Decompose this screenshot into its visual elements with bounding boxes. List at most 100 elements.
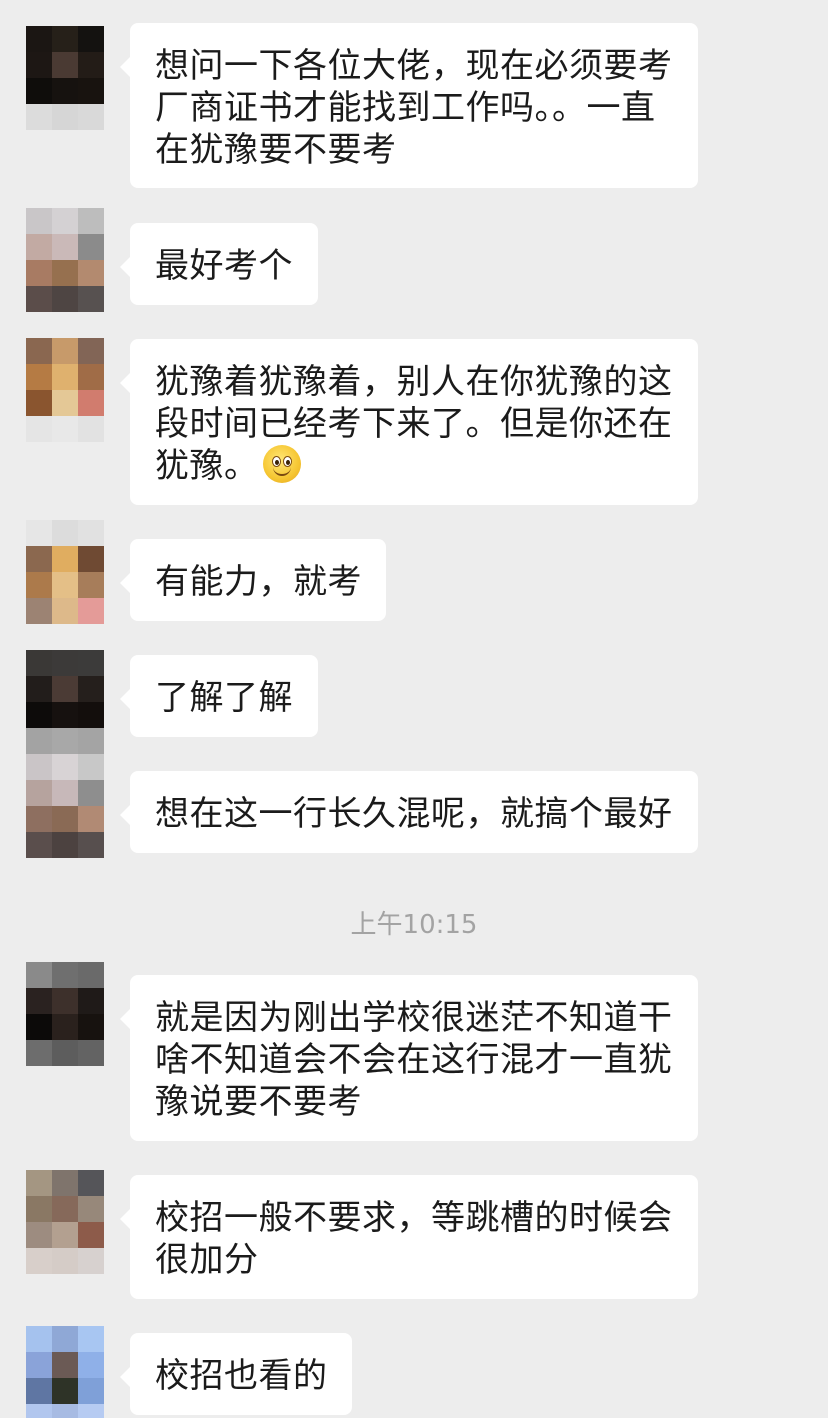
- avatar-pixel: [26, 78, 52, 104]
- message-bubble[interactable]: 想在这一行长久混呢，就搞个最好: [120, 771, 698, 853]
- avatar-pixel: [26, 780, 52, 806]
- avatar-pixel: [26, 1170, 52, 1196]
- avatar-fade: [26, 286, 104, 312]
- message-bubble[interactable]: 想问一下各位大佬，现在必须要考 厂商证书才能找到工作吗。。一直 在犹豫要不要考: [120, 23, 698, 188]
- avatar-pixel: [78, 1196, 104, 1222]
- avatar-pixel: [78, 754, 104, 780]
- avatar-pixel: [52, 728, 78, 754]
- avatar[interactable]: [26, 338, 104, 416]
- avatar[interactable]: [26, 650, 104, 728]
- message-bubble[interactable]: 有能力，就考: [120, 539, 386, 621]
- message-text: 啥不知道会不会在这行混才一直犹: [155, 1040, 673, 1080]
- avatar-pixel: [26, 1378, 52, 1404]
- message-text: 在犹豫要不要考: [155, 130, 397, 170]
- message-bubble[interactable]: 了解了解: [120, 655, 318, 737]
- avatar-pixel: [78, 78, 104, 104]
- avatar-pixel: [26, 832, 52, 858]
- avatar[interactable]: [26, 754, 104, 832]
- avatar-pixel: [78, 104, 104, 130]
- message-text: 校招一般不要求，等跳槽的时候会: [155, 1198, 673, 1238]
- avatar-fade: [26, 1040, 104, 1066]
- avatar-pixel: [52, 1170, 78, 1196]
- avatar-pixel: [52, 546, 78, 572]
- avatar-fade: [26, 832, 104, 858]
- avatar-pixel: [26, 390, 52, 416]
- avatar-pixel: [78, 728, 104, 754]
- avatar-pixel: [26, 286, 52, 312]
- avatar-pixel: [78, 26, 104, 52]
- avatar-pixel: [52, 1196, 78, 1222]
- avatar-pixel: [78, 208, 104, 234]
- avatar-pixel: [52, 1248, 78, 1274]
- avatar-pixel: [52, 832, 78, 858]
- avatar-pixel: [26, 546, 52, 572]
- avatar[interactable]: [26, 1326, 104, 1404]
- avatar-pixel: [78, 286, 104, 312]
- avatar-pixel: [52, 1404, 78, 1418]
- avatar-pixel: [26, 338, 52, 364]
- avatar-pixel: [52, 754, 78, 780]
- chat-timestamp: 上午10:15: [350, 910, 478, 940]
- avatar[interactable]: [26, 26, 104, 104]
- avatar-pixel: [78, 520, 104, 546]
- avatar-pixel: [52, 104, 78, 130]
- avatar-pixel: [26, 416, 52, 442]
- avatar-pixel: [52, 390, 78, 416]
- avatar-pixel: [52, 962, 78, 988]
- avatar-pixel: [52, 676, 78, 702]
- avatar-pixel: [26, 1352, 52, 1378]
- avatar-pixel: [52, 52, 78, 78]
- message-bubble[interactable]: 就是因为刚出学校很迷茫不知道干 啥不知道会不会在这行混才一直犹 豫说要不要考: [120, 975, 698, 1141]
- avatar-pixel: [52, 1040, 78, 1066]
- avatar-fade: [26, 1404, 104, 1418]
- avatar-pixel: [26, 988, 52, 1014]
- avatar-pixel: [52, 1222, 78, 1248]
- avatar-fade: [26, 104, 104, 130]
- avatar-pixel: [78, 1170, 104, 1196]
- message-text: 了解了解: [155, 678, 293, 718]
- avatar-pixel: [52, 26, 78, 52]
- avatar-pixel: [26, 1040, 52, 1066]
- smiling-face-emoji-icon: [262, 445, 301, 483]
- avatar[interactable]: [26, 546, 104, 624]
- avatar-pixel: [52, 286, 78, 312]
- avatar-pixel: [78, 234, 104, 260]
- message-text: 犹豫。: [155, 445, 673, 487]
- avatar-pixel: [26, 1014, 52, 1040]
- avatar-pixel: [26, 598, 52, 624]
- avatar-pixel: [26, 962, 52, 988]
- message-bubble[interactable]: 最好考个: [120, 223, 318, 305]
- avatar-pixel: [78, 650, 104, 676]
- message-bubble[interactable]: 校招也看的: [120, 1333, 352, 1415]
- avatar-pixel: [52, 260, 78, 286]
- avatar-pixel: [78, 598, 104, 624]
- message-text: 想在这一行长久混呢，就搞个最好: [155, 794, 673, 834]
- avatar-pixel: [26, 26, 52, 52]
- message-text: 豫说要不要考: [155, 1082, 362, 1122]
- avatar-pixel: [52, 338, 78, 364]
- avatar-pixel: [78, 1222, 104, 1248]
- avatar-fade: [26, 1248, 104, 1274]
- avatar-pixel: [78, 702, 104, 728]
- avatar-pixel: [78, 364, 104, 390]
- avatar-pixel: [52, 520, 78, 546]
- avatar-pixel: [26, 1196, 52, 1222]
- avatar[interactable]: [26, 1170, 104, 1248]
- chat-message-list[interactable]: 想问一下各位大佬，现在必须要考 厂商证书才能找到工作吗。。一直 在犹豫要不要考 …: [0, 0, 828, 1418]
- message-bubble[interactable]: 犹豫着犹豫着，别人在你犹豫的这 段时间已经考下来了。但是你还在 犹豫。: [120, 339, 698, 505]
- avatar-pixel: [78, 572, 104, 598]
- avatar-pixel: [52, 1014, 78, 1040]
- avatar-pixel: [26, 1326, 52, 1352]
- avatar-pixel: [52, 1326, 78, 1352]
- avatar-pixel: [78, 1378, 104, 1404]
- avatar-pixel: [26, 572, 52, 598]
- avatar-pixel: [78, 416, 104, 442]
- avatar[interactable]: [26, 962, 104, 1040]
- avatar-pixel: [52, 572, 78, 598]
- avatar-pixel: [52, 78, 78, 104]
- avatar-pixel: [26, 1248, 52, 1274]
- avatar[interactable]: [26, 208, 104, 286]
- avatar-pixel: [78, 52, 104, 78]
- message-bubble[interactable]: 校招一般不要求，等跳槽的时候会 很加分: [120, 1175, 698, 1299]
- avatar-pixel: [78, 676, 104, 702]
